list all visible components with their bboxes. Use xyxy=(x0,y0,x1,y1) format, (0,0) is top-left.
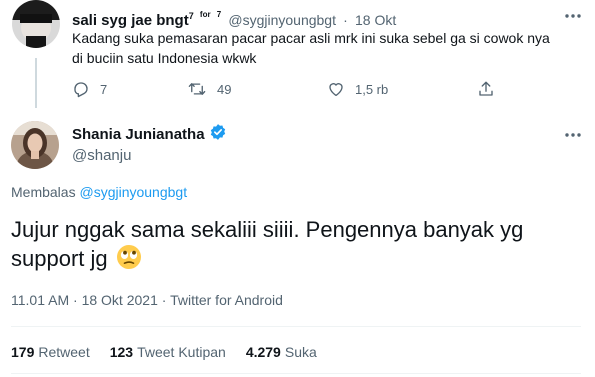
reply-tweet-handle[interactable]: @sygjinyoungbgt xyxy=(228,12,336,28)
display-name-text: Shania Junianatha xyxy=(72,126,205,143)
tweet-source[interactable]: Twitter for Android xyxy=(170,292,283,308)
retweet-icon xyxy=(187,80,207,98)
reply-tweet-actions: 7 49 1,5 rb xyxy=(72,78,512,100)
tweet-stats: 179 Retweet 123 Tweet Kutipan 4.279 Suka xyxy=(11,342,337,362)
retweets-count: 179 xyxy=(11,344,35,360)
reply-icon xyxy=(72,80,90,98)
like-icon xyxy=(327,80,345,98)
retweet-count: 49 xyxy=(217,81,232,97)
retweets-stat[interactable]: 179 Retweet xyxy=(11,342,90,362)
divider xyxy=(11,326,581,327)
reply-tweet-date[interactable]: 18 Okt xyxy=(355,12,396,28)
avatar-image xyxy=(12,0,60,48)
main-tweet-handle[interactable]: @shanju xyxy=(72,146,131,166)
reply-tweet-display-name[interactable]: sali syg jae bngt7 for 7 xyxy=(72,10,221,29)
likes-stat[interactable]: 4.279 Suka xyxy=(246,342,317,362)
like-count: 1,5 rb xyxy=(355,81,389,97)
share-button[interactable] xyxy=(477,78,495,100)
avatar-sygjinyoungbgt[interactable] xyxy=(12,0,60,48)
avatar-shanju[interactable] xyxy=(11,121,59,169)
tweet-date[interactable]: 18 Okt 2021 xyxy=(82,292,158,308)
main-tweet-text-content: Jujur nggak sama sekaliii siiii. Pengenn… xyxy=(11,217,524,271)
reply-button[interactable]: 7 xyxy=(72,78,107,100)
main-tweet-text: Jujur nggak sama sekaliii siiii. Pengenn… xyxy=(11,216,581,277)
avatar-image xyxy=(11,121,59,169)
timestamp-separator: · xyxy=(161,292,167,308)
like-button[interactable]: 1,5 rb xyxy=(327,78,388,100)
reply-count: 7 xyxy=(100,81,108,97)
more-icon[interactable] xyxy=(563,8,585,24)
retweets-label: Retweet xyxy=(38,344,90,360)
quotes-count: 123 xyxy=(109,344,134,360)
likes-count: 4.279 xyxy=(245,344,281,360)
likes-label: Suka xyxy=(284,344,317,360)
divider xyxy=(11,373,581,374)
main-tweet-display-name[interactable]: Shania Junianatha xyxy=(72,123,227,147)
verified-badge-icon xyxy=(209,123,227,147)
rolling-eyes-emoji-icon xyxy=(116,244,142,277)
main-tweet-timestamp: 11.01 AM · 18 Okt 2021 · Twitter for And… xyxy=(11,290,283,310)
quotes-label: Tweet Kutipan xyxy=(137,344,226,360)
reply-tweet-separator: · xyxy=(343,12,348,28)
reply-tweet-text: Kadang suka pemasaran pacar pacar asli m… xyxy=(72,30,550,66)
replying-to-handle-link[interactable]: @sygjinyoungbgt xyxy=(79,184,187,200)
replying-to: Membalas @sygjinyoungbgt xyxy=(11,182,187,202)
more-icon[interactable] xyxy=(563,127,585,143)
tweet-time[interactable]: 11.01 AM xyxy=(11,292,69,308)
share-icon xyxy=(477,80,495,98)
replying-to-label: Membalas xyxy=(11,184,76,200)
quote-tweets-stat[interactable]: 123 Tweet Kutipan xyxy=(110,342,226,362)
retweet-button[interactable]: 49 xyxy=(187,78,231,100)
thread-line xyxy=(35,58,37,108)
timestamp-separator: · xyxy=(73,292,78,308)
